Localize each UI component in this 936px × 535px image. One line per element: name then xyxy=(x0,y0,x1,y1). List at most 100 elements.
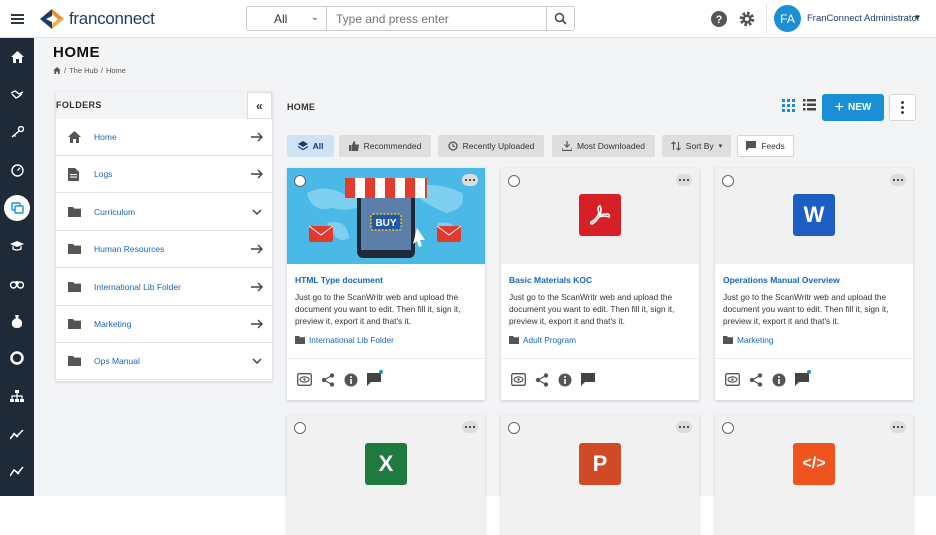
folders-title: FOLDERS xyxy=(56,100,102,110)
arrow-right-icon[interactable] xyxy=(242,319,272,329)
rail-home[interactable] xyxy=(0,44,34,70)
filter-recommended[interactable]: Recommended xyxy=(339,135,431,157)
search-input[interactable] xyxy=(327,7,546,30)
arrow-right-icon[interactable] xyxy=(242,132,272,142)
arrow-right-icon[interactable] xyxy=(242,244,272,254)
gear-icon[interactable] xyxy=(738,10,756,28)
preview-icon[interactable] xyxy=(297,373,312,386)
folder-item[interactable]: Marketing xyxy=(56,306,272,343)
rail-training[interactable] xyxy=(0,232,34,258)
card-more-button[interactable] xyxy=(676,174,692,186)
share-icon[interactable] xyxy=(535,372,549,387)
home-icon[interactable] xyxy=(53,67,61,74)
card-folder-link[interactable]: Adult Program xyxy=(509,335,576,345)
rail-binoculars[interactable] xyxy=(0,270,34,296)
document-card[interactable]: </> xyxy=(715,415,913,535)
card-actions xyxy=(287,358,485,400)
select-radio[interactable] xyxy=(722,422,734,434)
card-more-button[interactable] xyxy=(462,421,478,433)
filter-all[interactable]: All xyxy=(287,135,334,157)
chevron-down-icon[interactable]: ▾ xyxy=(915,12,920,23)
comment-icon[interactable] xyxy=(367,370,383,386)
folder-icon xyxy=(68,244,86,255)
card-folder-link[interactable]: International Lib Folder xyxy=(295,335,394,345)
folder-item-label: International Lib Folder xyxy=(94,281,181,292)
info-icon[interactable] xyxy=(558,373,572,387)
powerpoint-icon: P xyxy=(579,443,621,485)
key-icon xyxy=(11,126,24,138)
arrow-right-icon[interactable] xyxy=(242,169,272,179)
share-icon[interactable] xyxy=(749,372,763,387)
select-radio[interactable] xyxy=(508,422,520,434)
pdf-icon xyxy=(579,194,621,236)
card-actions xyxy=(715,358,913,400)
menu-icon[interactable] xyxy=(0,0,34,38)
rail-finance[interactable] xyxy=(0,308,34,334)
new-button[interactable]: + NEW xyxy=(822,94,884,121)
buy-label: BUY xyxy=(375,218,396,229)
svg-text:?: ? xyxy=(716,14,723,26)
filter-most-downloaded[interactable]: Most Downloaded xyxy=(552,135,655,157)
search-scope-select[interactable]: All ⌄ xyxy=(247,7,327,30)
document-card[interactable]: P xyxy=(501,415,699,535)
card-title[interactable]: Operations Manual Overview xyxy=(723,275,840,285)
share-icon[interactable] xyxy=(321,372,335,387)
document-card[interactable]: Basic Materials KOC Just go to the ScanW… xyxy=(501,168,699,400)
section-title: HOME xyxy=(287,102,316,112)
document-card[interactable]: W Operations Manual Overview Just go to … xyxy=(715,168,913,400)
select-radio[interactable] xyxy=(722,175,734,187)
document-card[interactable]: X xyxy=(287,415,485,535)
filter-feeds[interactable]: Feeds xyxy=(737,135,794,157)
search-button[interactable] xyxy=(546,7,574,30)
chevron-down-icon[interactable] xyxy=(242,358,272,365)
avatar[interactable]: FA xyxy=(774,5,801,32)
card-title[interactable]: Basic Materials KOC xyxy=(509,275,592,285)
select-radio[interactable] xyxy=(508,175,520,187)
folder-item[interactable]: Curriculum xyxy=(56,194,272,231)
help-icon[interactable]: ? xyxy=(710,10,728,28)
card-more-button[interactable] xyxy=(890,174,906,186)
folder-item[interactable]: Logs xyxy=(56,156,272,194)
rail-hub[interactable] xyxy=(0,195,34,221)
breadcrumb-item[interactable]: The Hub xyxy=(69,66,98,75)
rail-analytics[interactable] xyxy=(0,421,34,447)
card-folder-link[interactable]: Marketing xyxy=(723,335,773,345)
select-radio[interactable] xyxy=(294,175,306,187)
card-title[interactable]: HTML Type document xyxy=(295,275,383,285)
rail-key[interactable] xyxy=(0,119,34,145)
comment-icon[interactable] xyxy=(795,370,811,386)
info-icon[interactable] xyxy=(772,373,786,387)
user-name[interactable]: FranConnect Administrator xyxy=(807,13,920,24)
preview-icon[interactable] xyxy=(511,373,526,386)
chevron-down-icon[interactable] xyxy=(242,209,272,215)
card-more-button[interactable] xyxy=(890,421,906,433)
preview-icon[interactable] xyxy=(725,373,740,386)
more-options-button[interactable] xyxy=(889,94,916,121)
folder-item[interactable]: Human Resources xyxy=(56,231,272,269)
folder-item[interactable]: Home xyxy=(56,119,272,156)
card-more-button[interactable] xyxy=(676,421,692,433)
rail-dashboard[interactable] xyxy=(0,157,34,183)
folder-item[interactable]: Ops Manual xyxy=(56,343,272,381)
arrow-right-icon[interactable] xyxy=(242,282,272,292)
comment-icon[interactable] xyxy=(581,373,595,386)
rail-reports[interactable] xyxy=(0,458,34,484)
filter-recently-uploaded[interactable]: Recently Uploaded xyxy=(438,135,544,157)
search-bar: All ⌄ xyxy=(246,6,575,31)
card-thumbnail: X xyxy=(287,415,485,535)
rail-handshake[interactable] xyxy=(0,82,34,108)
info-icon[interactable] xyxy=(344,373,358,387)
select-radio[interactable] xyxy=(294,422,306,434)
grid-view-icon[interactable] xyxy=(782,99,795,112)
list-view-icon[interactable] xyxy=(803,99,816,111)
folder-item[interactable]: International Lib Folder xyxy=(56,269,272,306)
collapse-button[interactable]: « xyxy=(247,92,272,119)
sort-by-dropdown[interactable]: Sort By ▾ xyxy=(662,135,731,157)
document-icon xyxy=(68,167,86,181)
document-card[interactable]: BUY HTML Type document Just go to the Sc… xyxy=(287,168,485,400)
kebab-icon xyxy=(901,101,904,114)
rail-support[interactable] xyxy=(0,345,34,371)
logo[interactable]: franconnect xyxy=(38,6,155,32)
card-more-button[interactable] xyxy=(462,174,478,186)
rail-org[interactable] xyxy=(0,383,34,409)
